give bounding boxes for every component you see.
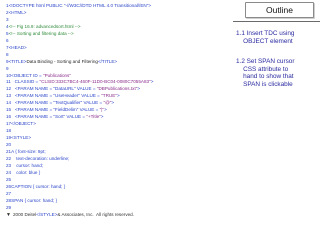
code-line: 14 <PARAM NAME = "TextQualifier" VALUE =… xyxy=(6,100,228,107)
code-line: 5<!-- Sorting and filtering data --> xyxy=(6,31,228,38)
line-number: 9 xyxy=(6,65,9,71)
code-line: 22 text-decoration: underline; xyxy=(6,156,228,163)
outline-note-line: OBJECT element xyxy=(236,37,293,45)
code-line: 29 xyxy=(6,205,228,212)
outline-panel: Outline 1.1 Insert TDC using OBJECT elem… xyxy=(233,0,320,240)
code-token: "Publications" xyxy=(42,72,71,78)
code-token: > xyxy=(111,100,115,106)
code-line: 6 xyxy=(6,38,228,45)
outline-note-span-cursor: 1.2 Set SPAN cursor CSS attribute to han… xyxy=(236,58,318,88)
code-token: <PARAM NAME = "DataURL" VALUE = xyxy=(11,86,97,92)
code-token: "CLSID:333C7BC4-460F-11D0-BC04-0080C7055… xyxy=(39,79,151,85)
code-token: </STYLE> xyxy=(36,211,58,217)
code-token: <PARAM NAME = "TextQualifier" VALUE = xyxy=(11,100,104,106)
code-line: 28SPAN { cursor: hand; } xyxy=(6,198,228,205)
code-line: 9<TITLE>Data Binding - Sorting and Filte… xyxy=(6,59,228,66)
line-number: 29 xyxy=(6,204,12,210)
outline-divider xyxy=(233,21,320,22)
code-token: <PARAM NAME = "Sort" VALUE = xyxy=(11,114,87,120)
code-token: <HTML> xyxy=(8,9,27,15)
code-token: "+Title" xyxy=(86,114,101,120)
code-line: 21A { font-size: 9pt; xyxy=(6,149,228,156)
code-line: 8 xyxy=(6,52,228,59)
code-line: 15 <PARAM NAME = "FieldDelim" VALUE = "|… xyxy=(6,107,228,114)
code-line: 23 cursor: hand; xyxy=(6,163,228,170)
code-token: <PARAM NAME = "UseHeader" VALUE = xyxy=(11,93,102,99)
outline-note-line: 1.2 Set SPAN cursor xyxy=(236,58,295,65)
code-line: 4<!-- Fig 16.9: advancedsort.html --> xyxy=(6,24,228,31)
code-line: 1<!DOCTYPE html PUBLIC "-//W3C//DTD HTML… xyxy=(6,3,228,10)
code-token: CAPTION { cursor: hand; } xyxy=(11,183,66,189)
outline-note-line: CSS attribute to xyxy=(236,65,289,73)
code-line: 2<HTML> xyxy=(6,10,228,17)
code-line: 20 xyxy=(6,142,228,149)
outline-note-line: 1.1 Insert TDC using xyxy=(236,30,295,37)
code-token: <HEAD> xyxy=(8,44,27,50)
line-number: 8 xyxy=(6,51,9,57)
code-token: <!-- Sorting and filtering data --> xyxy=(8,30,74,36)
line-number: 18 xyxy=(6,128,12,134)
line-number: 25 xyxy=(6,176,12,182)
code-token: > xyxy=(116,93,120,99)
outline-note-tdc: 1.1 Insert TDC using OBJECT element xyxy=(236,30,318,45)
code-line: 13 <PARAM NAME = "UseHeader" VALUE = "TR… xyxy=(6,93,228,100)
code-line: 27 xyxy=(6,191,228,198)
line-number: 20 xyxy=(6,142,12,148)
code-listing: 1<!DOCTYPE html PUBLIC "-//W3C//DTD HTML… xyxy=(6,3,228,235)
code-token: > xyxy=(150,79,154,85)
code-line: 17</OBJECT> xyxy=(6,121,228,128)
code-token: CLASSID = xyxy=(10,79,40,85)
code-line: 12 <PARAM NAME = "DataURL" VALUE = "DBPu… xyxy=(6,86,228,93)
code-token: text-decoration: underline; xyxy=(11,155,70,161)
code-token: </OBJECT> xyxy=(11,121,36,127)
outline-note-line: hand to show that xyxy=(236,73,294,81)
outline-note-line: SPAN is clickable xyxy=(236,80,293,88)
line-number: 6 xyxy=(6,37,9,43)
copyright-footer: ▼ 2000 Deitel</STYLE>& Associates, Inc. A… xyxy=(6,212,228,219)
code-token: SPAN { cursor: hand; } xyxy=(11,197,58,203)
code-line: 19<STYLE> xyxy=(6,135,228,142)
code-token: A { font-size: 9pt; xyxy=(11,149,46,155)
code-token: <PARAM NAME = "FieldDelim" VALUE = xyxy=(11,107,100,113)
code-line: 18 xyxy=(6,128,228,135)
code-token: <OBJECT ID = xyxy=(11,72,43,78)
code-token: > xyxy=(100,114,104,120)
line-number: 3 xyxy=(6,16,9,22)
code-line: 7<HEAD> xyxy=(6,45,228,52)
code-line: 16 <PARAM NAME = "Sort" VALUE = "+Title"… xyxy=(6,114,228,121)
copyright-mark-icon: ▼ xyxy=(6,211,11,218)
code-token: "TRUE" xyxy=(101,93,117,99)
code-token: <TITLE> xyxy=(8,58,27,64)
code-token: Data Binding - Sorting and Filtering xyxy=(26,58,98,64)
code-token: <STYLE> xyxy=(11,135,32,141)
code-token: <!-- Fig 16.9: advancedsort.html --> xyxy=(8,23,81,29)
code-token: cursor: hand; xyxy=(11,162,44,168)
code-line: 24 color: blue } xyxy=(6,170,228,177)
code-line: 11 CLASSID = "CLSID:333C7BC4-460F-11D0-B… xyxy=(6,79,228,86)
copyright-text: & Associates, Inc. All rights reserved. xyxy=(57,211,135,217)
code-line: 3 xyxy=(6,17,228,24)
code-line: 10<OBJECT ID = "Publications" xyxy=(6,73,228,80)
code-token: <!DOCTYPE html PUBLIC "-//W3C//DTD HTML … xyxy=(8,3,152,8)
code-token: > xyxy=(137,86,141,92)
line-number: 27 xyxy=(6,190,12,196)
code-token: > xyxy=(104,107,107,113)
code-line: 26CAPTION { cursor: hand; } xyxy=(6,184,228,191)
code-token: "DBPublications.txt" xyxy=(96,86,138,92)
code-token: color: blue } xyxy=(11,169,41,175)
code-line: 25 xyxy=(6,177,228,184)
outline-button[interactable]: Outline xyxy=(245,2,314,18)
code-token: </TITLE> xyxy=(97,58,118,64)
code-line: 9 xyxy=(6,66,228,73)
copyright-text: 2000 Deitel xyxy=(12,211,37,217)
